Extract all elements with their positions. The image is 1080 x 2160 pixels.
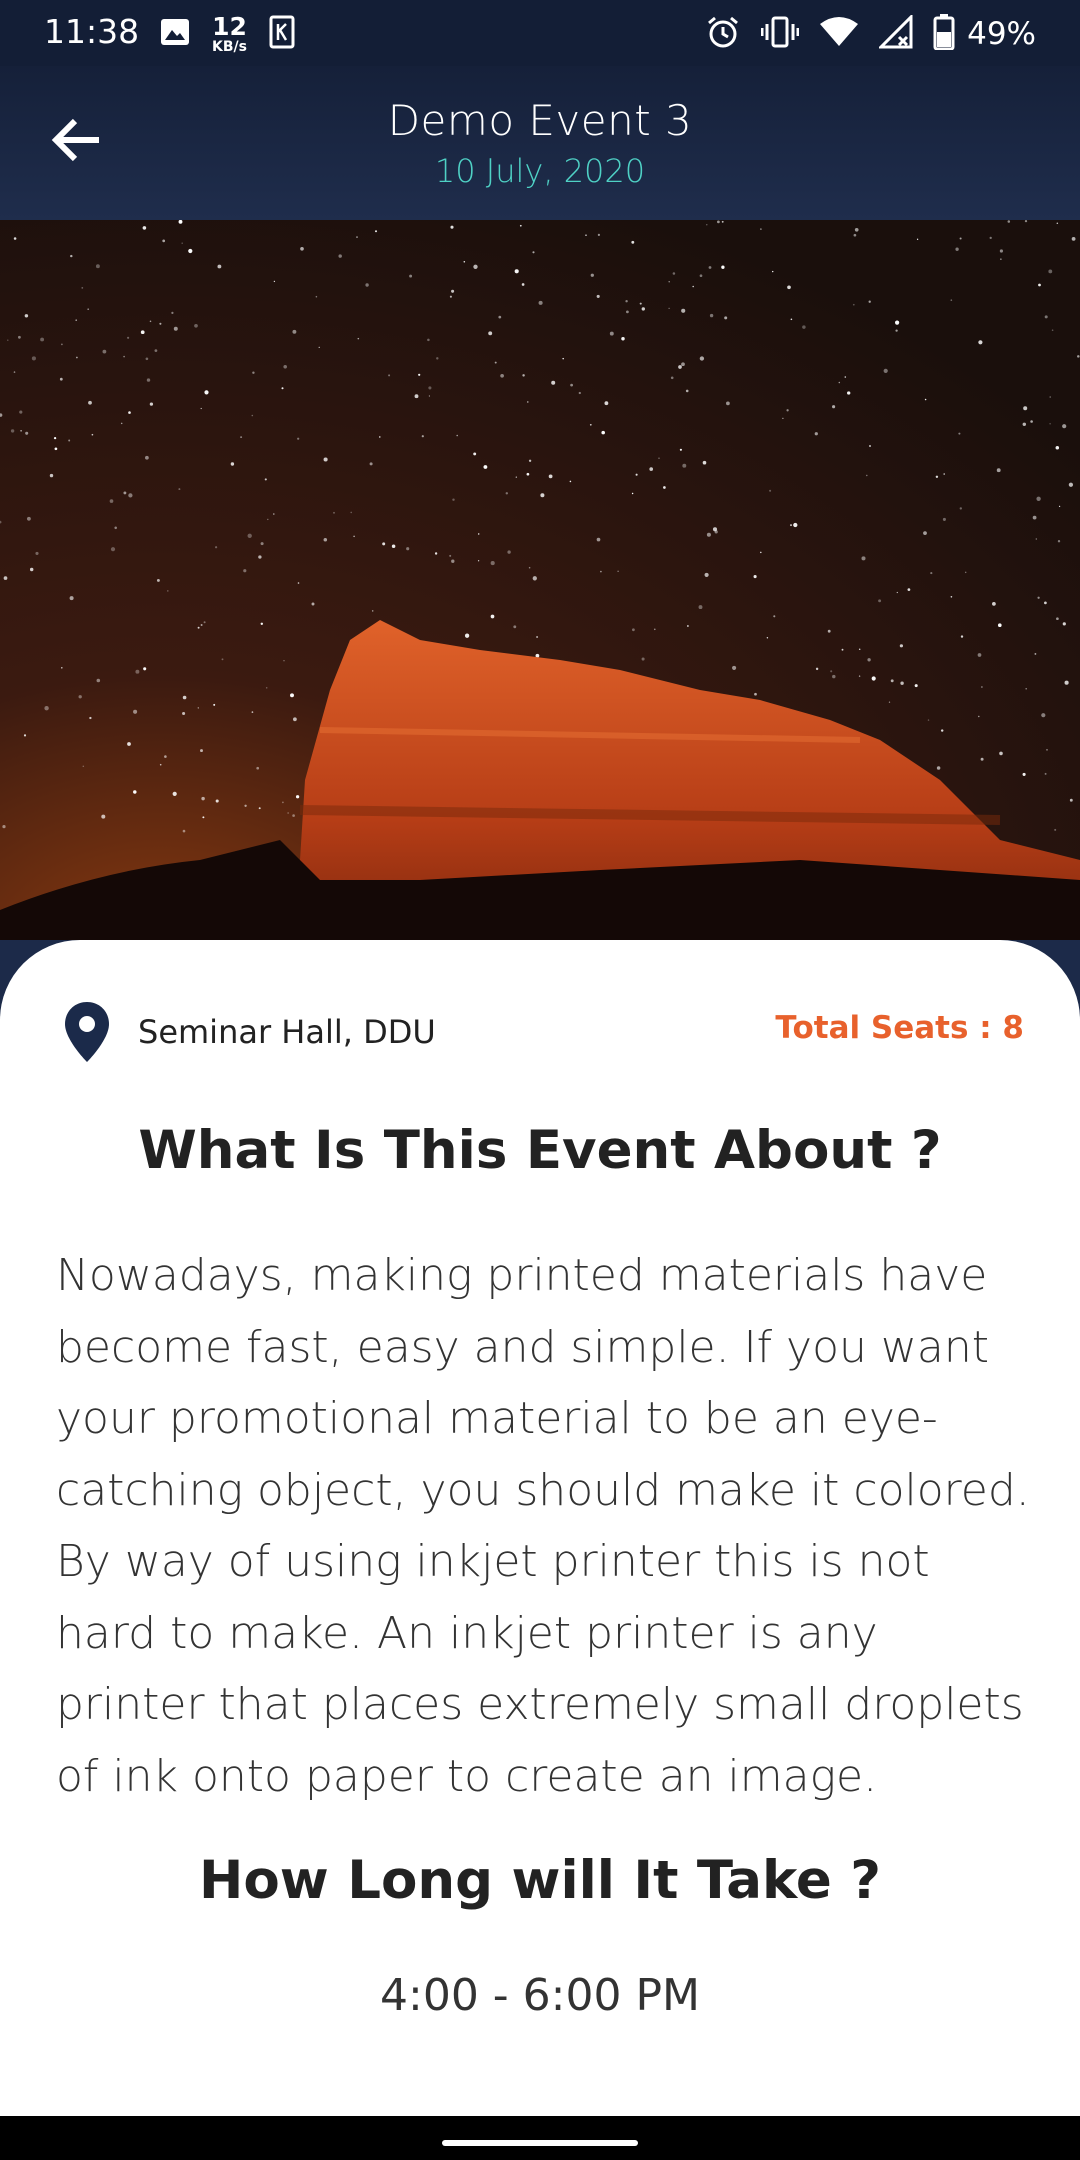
event-banner-image — [0, 220, 1080, 960]
about-description: Nowadays, making printed materials have … — [56, 1250, 1030, 1802]
net-speed: 12 KB/s — [212, 14, 247, 54]
event-duration: 4:00 - 6:00 PM — [380, 1970, 700, 2021]
battery-icon — [933, 14, 955, 54]
about-heading: What Is This Event About ? — [138, 1120, 942, 1181]
alarm-icon — [705, 14, 741, 54]
vibrate-icon — [760, 16, 800, 52]
status-left-icons: 12 KB/s — [160, 12, 295, 56]
system-nav-bar — [0, 2116, 1080, 2160]
location-row: Seminar Hall, DDU — [62, 1000, 436, 1064]
net-speed-value: 12 — [212, 12, 247, 41]
signal-icon — [877, 13, 913, 53]
total-seats: Total Seats : 8 — [775, 1010, 1024, 1046]
event-date: 10 July, 2020 — [434, 152, 646, 190]
location-pin-icon — [62, 1000, 112, 1064]
wifi-icon — [819, 16, 859, 52]
event-location: Seminar Hall, DDU — [138, 1013, 436, 1051]
home-indicator[interactable] — [442, 2140, 638, 2146]
battery-level: 49% — [967, 16, 1036, 52]
app-bar: Demo Event 3 10 July, 2020 — [0, 66, 1080, 220]
status-time: 11:38 — [44, 12, 140, 51]
k-icon — [269, 15, 295, 53]
event-details-card: Seminar Hall, DDU Total Seats : 8 What I… — [0, 940, 1080, 2116]
duration-heading: How Long will It Take ? — [199, 1850, 881, 1911]
status-right-icons: 49% — [705, 12, 1036, 56]
status-bar: 11:38 12 KB/s 49% — [0, 0, 1080, 66]
image-icon — [160, 18, 190, 50]
event-title: Demo Event 3 — [387, 96, 693, 145]
net-speed-unit: KB/s — [212, 39, 247, 55]
